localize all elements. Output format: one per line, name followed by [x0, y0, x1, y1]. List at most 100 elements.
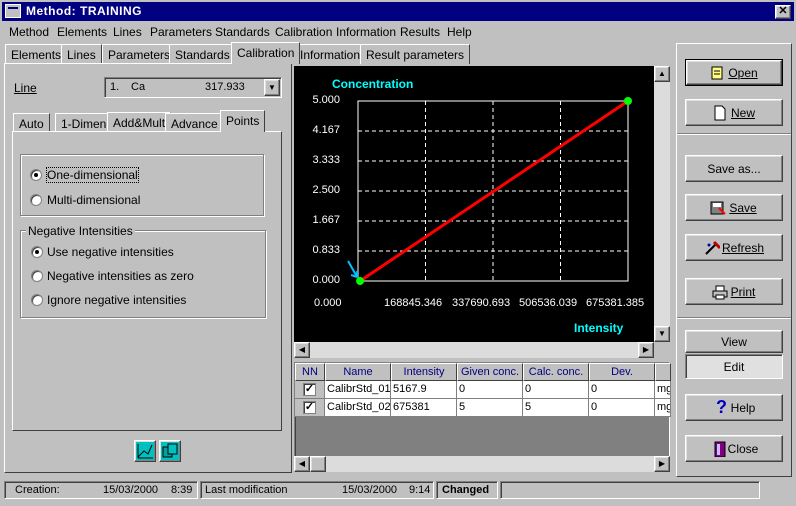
modified-label: Last modification: [205, 484, 288, 496]
x-tick-label: 675381.385: [586, 297, 645, 309]
new-button[interactable]: New: [685, 99, 783, 126]
menu-elements[interactable]: Elements: [57, 25, 107, 39]
negative-zero-label: Negative intensities as zero: [47, 269, 194, 283]
table-horizontal-scrollbar[interactable]: ◀ ▶: [294, 456, 670, 472]
cell-given-conc[interactable]: 5: [457, 399, 523, 417]
cell-name[interactable]: CalibrStd_02: [325, 399, 391, 417]
tab-information[interactable]: Information: [294, 44, 367, 64]
negative-zero-radio[interactable]: [31, 270, 43, 282]
scroll-thumb[interactable]: [310, 456, 326, 472]
tab-lines[interactable]: Lines: [61, 44, 102, 64]
cell-unit: mg: [655, 399, 671, 417]
y-tick-label: 0.833: [312, 244, 340, 256]
subtab-auto[interactable]: Auto: [13, 113, 50, 133]
subtab-1-dimen[interactable]: 1-Dimen: [55, 113, 113, 133]
standards-table: NN Name Intensity Given conc. Calc. conc…: [294, 362, 671, 457]
tab-elements[interactable]: Elements: [5, 44, 68, 64]
ignore-negative-radio[interactable]: [31, 294, 43, 306]
chart-vertical-scrollbar[interactable]: ▲ ▼: [654, 66, 670, 342]
x-tick-label: 168845.346: [384, 297, 443, 309]
col-given-conc[interactable]: Given conc.: [457, 363, 523, 381]
col-intensity[interactable]: Intensity: [391, 363, 457, 381]
multi-dimensional-label: Multi-dimensional: [47, 193, 141, 207]
cell-name[interactable]: CalibrStd_01: [325, 381, 391, 399]
row-checkbox[interactable]: ✓: [303, 401, 316, 414]
menu-calibration[interactable]: Calibration: [275, 25, 332, 39]
y-tick-label: 3.333: [312, 154, 340, 166]
col-name[interactable]: Name: [325, 363, 391, 381]
chart-y-label: Concentration: [332, 77, 414, 91]
scroll-right-icon[interactable]: ▶: [638, 342, 654, 358]
tab-result-parameters[interactable]: Result parameters: [360, 44, 471, 64]
menu-results[interactable]: Results: [400, 25, 440, 39]
status-state: Changed: [436, 481, 498, 499]
data-point: [356, 277, 365, 285]
edit-button[interactable]: Edit: [685, 354, 783, 379]
cell-calc-conc[interactable]: 5: [523, 399, 589, 417]
scroll-right-icon[interactable]: ▶: [654, 456, 670, 472]
creation-date: 15/03/2000: [103, 484, 159, 496]
creation-time: 8:39: [171, 484, 193, 496]
row-checkbox[interactable]: ✓: [303, 383, 316, 396]
one-dimensional-label: One-dimensional: [46, 167, 139, 183]
col-nn[interactable]: NN: [295, 363, 325, 381]
scroll-down-icon[interactable]: ▼: [654, 326, 670, 342]
close-window-button[interactable]: ✕: [775, 5, 791, 19]
status-empty: [500, 481, 760, 499]
divider: [677, 133, 791, 135]
line-select[interactable]: 1. Ca 317.933 ▼: [104, 77, 282, 98]
use-negative-radio[interactable]: [31, 246, 43, 258]
selection-arrow-icon: [347, 260, 359, 278]
tab-calibration[interactable]: Calibration: [231, 42, 301, 64]
col-unit: [655, 363, 671, 381]
table-row-check[interactable]: ✓: [295, 381, 325, 399]
cell-dev[interactable]: 0: [589, 381, 655, 399]
col-calc-conc[interactable]: Calc. conc.: [523, 363, 589, 381]
table-row-check[interactable]: ✓: [295, 399, 325, 417]
line-label: Line: [14, 81, 37, 95]
subtab-points[interactable]: Points: [220, 110, 266, 132]
save-button[interactable]: Save: [685, 194, 783, 221]
scroll-left-icon[interactable]: ◀: [294, 342, 310, 358]
open-button[interactable]: Open: [685, 59, 783, 86]
close-button[interactable]: Close: [685, 435, 783, 462]
changed-badge: Changed: [442, 484, 490, 496]
cell-given-conc[interactable]: 0: [457, 381, 523, 399]
cell-intensity[interactable]: 675381: [391, 399, 457, 417]
menu-parameters[interactable]: Parameters: [150, 25, 212, 39]
y-tick-label: 1.667: [312, 214, 340, 226]
cell-intensity[interactable]: 5167.9: [391, 381, 457, 399]
refresh-button[interactable]: Refresh: [685, 234, 783, 261]
scroll-up-icon[interactable]: ▲: [654, 66, 670, 82]
subtab-advance[interactable]: Advance: [165, 113, 224, 133]
menu-information[interactable]: Information: [336, 25, 396, 39]
status-creation: Creation: 15/03/2000 8:39: [4, 481, 198, 499]
use-negative-label: Use negative intensities: [47, 245, 174, 259]
save-as-button[interactable]: Save as...: [685, 155, 783, 182]
one-dimensional-radio[interactable]: [30, 169, 42, 181]
data-point: [623, 97, 632, 105]
line-index: 1.: [110, 81, 120, 93]
chevron-down-icon[interactable]: ▼: [264, 79, 280, 96]
col-dev[interactable]: Dev.: [589, 363, 655, 381]
graph-icon[interactable]: [134, 440, 156, 462]
y-tick-label: 2.500: [312, 184, 340, 196]
print-button[interactable]: Print: [685, 278, 783, 305]
cell-dev[interactable]: 0: [589, 399, 655, 417]
menu-standards[interactable]: Standards: [215, 25, 270, 39]
chart-horizontal-scrollbar[interactable]: ◀ ▶: [294, 342, 654, 358]
subtab-add-mult[interactable]: Add&Mult: [107, 112, 172, 132]
copy-icon[interactable]: [159, 440, 181, 462]
menu-lines[interactable]: Lines: [113, 25, 142, 39]
help-button[interactable]: ? Help: [685, 394, 783, 421]
menu-help[interactable]: Help: [447, 25, 472, 39]
tab-parameters[interactable]: Parameters: [102, 44, 177, 64]
creation-label: Creation:: [15, 484, 60, 496]
tab-standards[interactable]: Standards: [169, 44, 236, 64]
y-tick-label: 4.167: [312, 124, 340, 136]
scroll-left-icon[interactable]: ◀: [294, 456, 310, 472]
view-button[interactable]: View: [685, 330, 783, 353]
cell-calc-conc[interactable]: 0: [523, 381, 589, 399]
menu-method[interactable]: Method: [9, 25, 49, 39]
multi-dimensional-radio[interactable]: [30, 194, 42, 206]
